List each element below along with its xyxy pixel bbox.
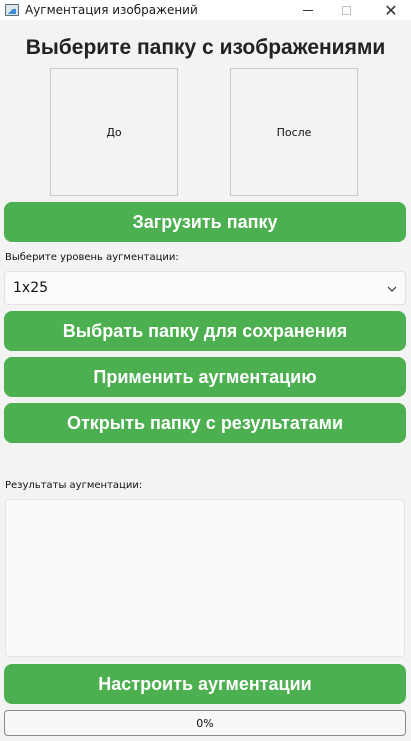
augmentation-level-label: Выберите уровень аугментации:: [5, 252, 179, 263]
window-title: Аугментация изображений: [25, 3, 198, 17]
close-icon: ✕: [384, 0, 398, 20]
image-icon: [5, 4, 19, 16]
progress-bar: 0%: [4, 710, 406, 736]
augmentation-level-select[interactable]: 1x25: [4, 271, 406, 305]
results-textarea[interactable]: [5, 499, 405, 657]
maximize-icon: [341, 5, 351, 15]
augmentation-level-value: 1x25: [13, 280, 49, 296]
title-bar: Аугментация изображений ✕: [0, 0, 411, 20]
before-preview: До: [50, 68, 178, 196]
choose-save-folder-button[interactable]: Выбрать папку для сохранения: [4, 311, 406, 351]
configure-augmentations-button[interactable]: Настроить аугментации: [4, 664, 406, 704]
minimize-button[interactable]: [290, 0, 326, 20]
before-label: До: [106, 125, 122, 139]
close-button[interactable]: ✕: [373, 0, 409, 20]
after-preview: После: [230, 68, 358, 196]
progress-text: 0%: [196, 716, 214, 730]
results-label: Результаты аугментации:: [5, 480, 143, 491]
open-results-folder-button[interactable]: Открыть папку с результатами: [4, 403, 406, 443]
after-label: После: [276, 125, 312, 139]
maximize-button[interactable]: [328, 0, 364, 20]
chevron-down-icon: [387, 286, 397, 292]
minimize-icon: [303, 9, 313, 11]
apply-augmentation-button[interactable]: Применить аугментацию: [4, 357, 406, 397]
page-title: Выберите папку с изображениями: [25, 36, 386, 59]
load-folder-button[interactable]: Загрузить папку: [4, 202, 406, 242]
